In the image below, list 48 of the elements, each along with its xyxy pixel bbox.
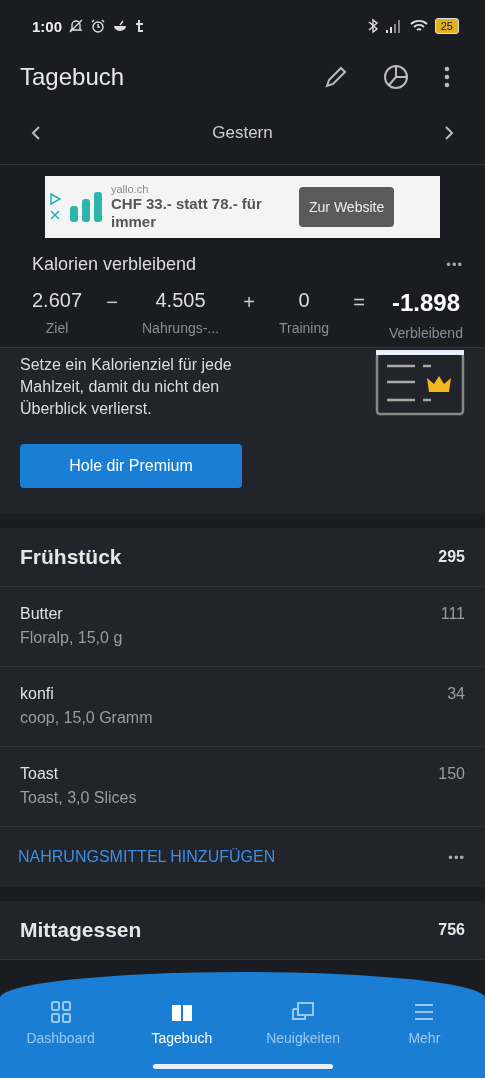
premium-button[interactable]: Hole dir Premium [20, 444, 242, 488]
wifi-icon [408, 18, 429, 34]
calorie-value: 4.505 [155, 289, 206, 312]
ad-headline: CHF 33.- statt 78.- für immer [111, 195, 263, 231]
calorie-label: Training [279, 320, 330, 336]
nav-tab[interactable]: Tagebuch [126, 1000, 237, 1046]
website-button[interactable]: Zur Website [299, 187, 395, 227]
pencil-icon[interactable] [323, 64, 349, 90]
signal-icon [384, 19, 403, 33]
battery-indicator: 25 [434, 18, 459, 34]
screen-title: Tagebuch [20, 63, 125, 91]
calorie-label: Nahrungs-... [142, 320, 220, 336]
food-entry[interactable]: Butter Floralp, 15,0 g 111 [0, 587, 485, 667]
add-food-link[interactable]: NAHRUNGSMITTEL HINZUFÜGEN [18, 848, 276, 866]
play-icon [49, 193, 61, 205]
ad-domain: yallo.ch [111, 183, 150, 195]
bluetooth-icon [366, 18, 379, 34]
more-button[interactable]: ••• [448, 849, 465, 865]
operator: − [106, 290, 118, 314]
meal-title: Mittagessen [20, 918, 142, 942]
meal-total: 756 [438, 921, 465, 939]
pie-chart-icon[interactable] [383, 64, 409, 90]
meal-total: 295 [438, 548, 465, 566]
status-time: 1:00 [32, 17, 63, 35]
calorie-value: 0 [298, 289, 310, 312]
calorie-label: Verbleibend [389, 325, 463, 341]
chevron-left-icon[interactable] [30, 125, 42, 141]
date-label: Gestern [212, 123, 273, 143]
food-entry[interactable]: Toast Toast, 3,0 Slices 150 [0, 747, 485, 827]
calories-title: Kalorien verbleibend [32, 254, 197, 275]
more-vertical-icon[interactable] [443, 65, 451, 89]
premium-text: Setze ein Kalorienziel für jede Mahlzeit, damit du nicht den Überblick verlierst. [20, 355, 233, 419]
bell-off-icon [68, 18, 85, 34]
calorie-label: Ziel [45, 320, 69, 336]
bars-logo-icon [69, 190, 103, 224]
calorie-value: -1.898 [391, 289, 460, 317]
list-crown-icon [375, 350, 465, 416]
grid-icon [48, 1000, 73, 1024]
more-button[interactable]: ••• [446, 257, 463, 272]
operator: + [243, 290, 255, 314]
meal-title: Frühstück [20, 545, 122, 569]
ad-banner[interactable]: yallo.ch CHF 33.- statt 78.- für immer Zur Website [45, 176, 440, 238]
chevron-right-icon[interactable] [443, 125, 455, 141]
calorie-value: 2.607 [32, 289, 83, 312]
alarm-icon [90, 18, 107, 34]
bowl-icon [112, 18, 129, 34]
food-entry[interactable]: konfi coop, 15,0 Gramm 34 [0, 667, 485, 747]
operator: = [353, 290, 365, 314]
